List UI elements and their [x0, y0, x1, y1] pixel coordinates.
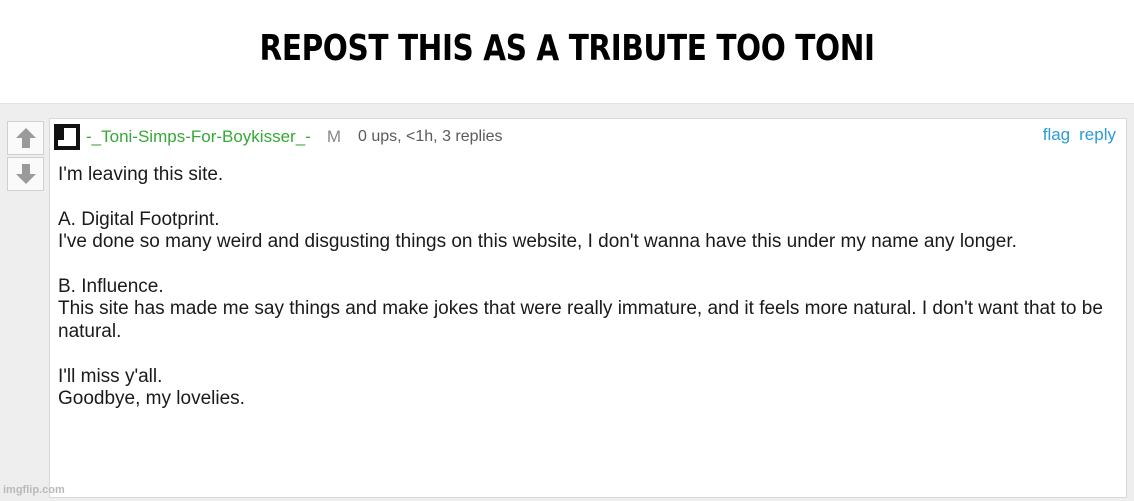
reply-link[interactable]: reply: [1079, 125, 1116, 145]
username-link[interactable]: -_Toni-Simps-For-Boykisser_-: [86, 127, 311, 147]
paragraph: B. Influence. This site has made me say …: [58, 276, 1120, 343]
meme-banner: REPOST THIS AS A TRIBUTE TOO TONI: [0, 0, 1134, 103]
comment-actions: flag reply: [1043, 125, 1116, 145]
paragraph: I'll miss y'all. Goodbye, my lovelies.: [58, 366, 1120, 411]
arrow-down-icon: [15, 164, 36, 184]
mod-badge: M: [326, 127, 341, 146]
upvote-button[interactable]: [7, 121, 44, 155]
paragraph: I'm leaving this site.: [58, 164, 1120, 186]
text-line: B. Influence.: [58, 276, 164, 297]
comment-header: -_Toni-Simps-For-Boykisser_- M 0 ups, <1…: [54, 124, 1124, 150]
pixel-avatar-icon[interactable]: [54, 124, 80, 150]
imgflip-watermark: imgflip.com: [3, 484, 65, 496]
flag-link[interactable]: flag: [1043, 125, 1070, 145]
text-line: This site has made me say things and mak…: [58, 298, 1103, 342]
text-line: I'll miss y'all.: [58, 365, 163, 387]
comment-screenshot: -_Toni-Simps-For-Boykisser_- M 0 ups, <1…: [0, 103, 1134, 501]
comment-body: I'm leaving this site. A. Digital Footpr…: [58, 164, 1120, 410]
downvote-button[interactable]: [7, 157, 44, 191]
vote-controls: [7, 121, 47, 191]
text-line: I'm leaving this site.: [58, 164, 224, 185]
paragraph: A. Digital Footprint. I've done so many …: [58, 209, 1120, 254]
comment-meta: 0 ups, <1h, 3 replies: [358, 128, 503, 145]
banner-title: REPOST THIS AS A TRIBUTE TOO TONI: [259, 28, 875, 69]
text-line: I've done so many weird and disgusting t…: [58, 231, 1017, 253]
comment-card: -_Toni-Simps-For-Boykisser_- M 0 ups, <1…: [49, 118, 1127, 498]
text-line: Goodbye, my lovelies.: [58, 388, 245, 410]
text-line: A. Digital Footprint.: [58, 208, 220, 230]
arrow-up-icon: [15, 128, 36, 148]
